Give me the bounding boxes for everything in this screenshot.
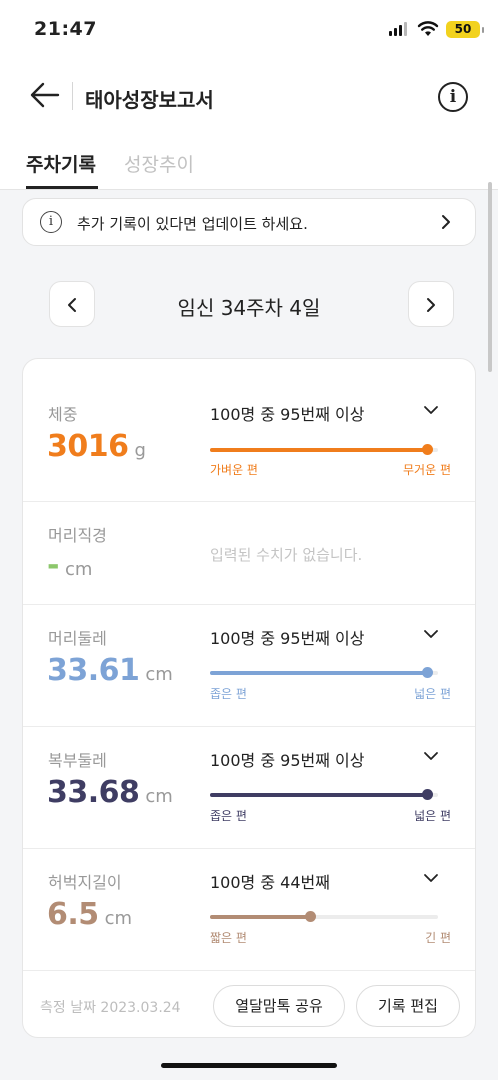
share-button[interactable]: 열달맘톡 공유 [213,985,345,1027]
percentile-marker [421,444,433,455]
percentile-bar-fill [210,671,427,675]
scale-high-label: 긴 편 [425,931,451,945]
percentile-bar-fill [210,793,427,797]
previous-week-button[interactable] [49,281,95,327]
percentile-marker [421,789,433,800]
scale-low-label: 가벼운 편 [210,463,258,477]
percentile-bar [210,789,438,800]
percentile-rank: 100명 중 95번째 이상 [210,751,365,770]
value-unit: cm [64,559,93,580]
edit-record-button[interactable]: 기록 편집 [356,985,460,1027]
notice-text: 추가 기록이 있다면 업데이트 하세요. [77,215,308,233]
value-unit: g [134,440,146,461]
value-unit: cm [104,908,133,929]
percentile-rank: 100명 중 95번째 이상 [210,629,365,648]
measurement-value: 3016 g [47,429,146,464]
next-week-button[interactable] [408,281,454,327]
measurement-row-head-circumference: 머리둘레 33.61 cm 100명 중 95번째 이상 좁은 편 넓은 편 [23,605,475,727]
scale-high-label: 넓은 편 [414,687,451,701]
battery-icon: 50 [446,21,484,38]
measurement-label: 허벅지길이 [48,873,122,892]
home-indicator[interactable] [161,1063,337,1068]
info-icon: i [40,211,62,233]
percentile-bar [210,911,438,922]
value-number: - [47,548,59,583]
scrollbar[interactable] [488,182,492,372]
update-notice-banner[interactable]: i 추가 기록이 있다면 업데이트 하세요. [22,198,476,246]
measurement-label: 체중 [48,405,78,424]
measurement-value: 33.61 cm [47,653,173,688]
measurement-value: - cm [47,548,92,583]
chevron-down-icon[interactable] [423,405,439,415]
percentile-rank: 100명 중 44번째 [210,873,330,892]
value-number: 6.5 [47,897,99,932]
week-label: 임신 34주차 4일 [177,296,321,320]
measurement-value: 6.5 cm [47,897,132,932]
measurement-value: 33.68 cm [47,775,173,810]
measurement-row-head-diameter: 머리직경 - cm 입력된 수치가 없습니다. [23,502,475,605]
tab-divider [0,189,498,190]
measurement-label: 머리직경 [48,526,107,545]
value-number: 33.68 [47,775,140,810]
page-title: 태아성장보고서 [85,88,214,112]
percentile-bar [210,444,438,455]
percentile-bar-fill [210,448,427,452]
wifi-icon [417,21,439,36]
measurement-row-femur-length: 허벅지길이 6.5 cm 100명 중 44번째 짧은 편 긴 편 [23,849,475,971]
measurement-row-abdominal-circumference: 복부둘레 33.68 cm 100명 중 95번째 이상 좁은 편 넓은 편 [23,727,475,849]
percentile-marker [305,911,317,922]
value-unit: cm [145,664,173,685]
scale-low-label: 좁은 편 [210,809,247,823]
status-bar: 21:47 50 [0,0,498,60]
measurement-row-weight: 체중 3016 g 100명 중 95번째 이상 가벼운 편 무거운 편 [23,359,475,502]
chevron-right-icon [427,298,435,312]
value-unit: cm [145,786,173,807]
status-time: 21:47 [34,18,97,40]
scale-low-label: 좁은 편 [210,687,247,701]
measurement-card: 체중 3016 g 100명 중 95번째 이상 가벼운 편 무거운 편 머리직경… [22,358,476,1038]
chevron-down-icon[interactable] [423,629,439,639]
header-divider [72,82,73,110]
measurement-label: 머리둘레 [48,629,107,648]
percentile-marker [421,667,433,678]
tab-growth-trend[interactable]: 성장추이 [124,150,194,177]
measurement-date: 측정 날짜 2023.03.24 [40,1000,181,1016]
percentile-bar [210,667,438,678]
empty-value-message: 입력된 수치가 없습니다. [210,546,363,564]
measurement-label: 복부둘레 [48,751,107,770]
tab-weekly-record[interactable]: 주차기록 [26,150,96,177]
value-number: 3016 [47,429,129,464]
value-number: 33.61 [47,653,140,688]
percentile-rank: 100명 중 95번째 이상 [210,405,365,424]
scale-high-label: 넓은 편 [414,809,451,823]
signal-icon [389,22,407,36]
chevron-down-icon[interactable] [423,873,439,883]
percentile-bar-fill [210,915,311,919]
info-icon[interactable]: i [438,82,468,112]
back-arrow-icon[interactable] [28,78,62,112]
scale-low-label: 짧은 편 [210,931,247,945]
chevron-right-icon [442,215,450,229]
chevron-left-icon [68,298,76,312]
chevron-down-icon[interactable] [423,751,439,761]
scale-high-label: 무거운 편 [403,463,451,477]
